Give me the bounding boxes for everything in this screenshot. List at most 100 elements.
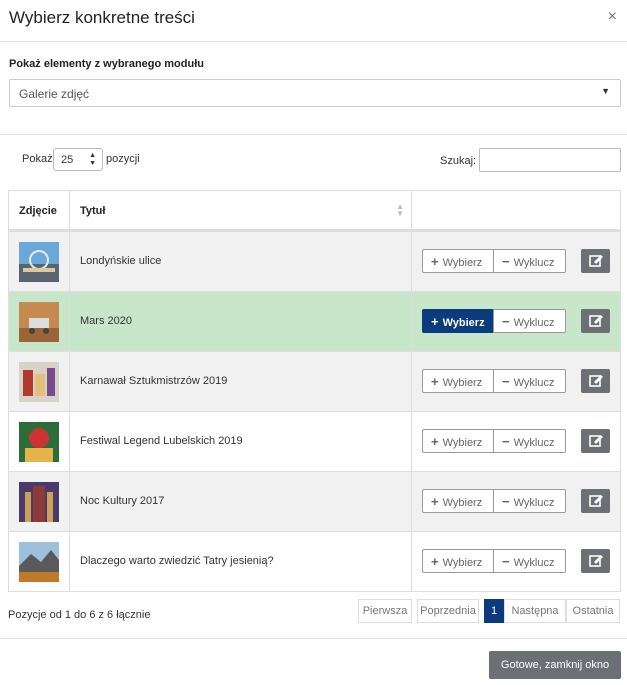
- page-size-select[interactable]: 25 ▲ ▼: [53, 148, 103, 171]
- edit-icon: [589, 255, 603, 267]
- actions-cell: + Wybierz − Wyklucz: [412, 472, 622, 531]
- exclude-label: Wyklucz: [513, 257, 555, 269]
- dialog-header: Wybierz konkretne treści ×: [0, 0, 627, 42]
- exclude-button[interactable]: − Wyklucz: [493, 369, 566, 393]
- title-cell: Karnawał Sztukmistrzów 2019: [70, 352, 412, 411]
- content-table: Zdjęcie Tytuł ▲ ▼ Londyńskie ulice + Wybier…: [8, 190, 621, 592]
- plus-icon: +: [431, 554, 439, 569]
- dialog-title: Wybierz konkretne treści: [9, 8, 195, 27]
- module-select[interactable]: Galerie zdjęć ▼: [9, 79, 621, 107]
- photo-cell: [9, 232, 70, 291]
- actions-cell: + Wybierz − Wyklucz: [412, 532, 622, 591]
- divider: [0, 638, 627, 639]
- edit-button[interactable]: [581, 249, 610, 273]
- photo-thumbnail: [19, 242, 59, 282]
- pagination-last[interactable]: Ostatnia: [566, 599, 620, 623]
- edit-icon: [589, 495, 603, 507]
- column-header-title-label: Tytuł: [80, 205, 106, 217]
- exclude-button[interactable]: − Wyklucz: [493, 429, 566, 453]
- divider: [0, 134, 627, 135]
- row-title: Londyńskie ulice: [80, 255, 162, 267]
- title-cell: Noc Kultury 2017: [70, 472, 412, 531]
- table-row: Mars 2020 + Wybierz − Wyklucz: [9, 291, 620, 351]
- exclude-label: Wyklucz: [513, 557, 555, 569]
- minus-icon: −: [502, 374, 510, 389]
- actions-cell: + Wybierz − Wyklucz: [412, 412, 622, 471]
- close-icon[interactable]: ×: [608, 8, 617, 26]
- exclude-button[interactable]: − Wyklucz: [493, 249, 566, 273]
- photo-thumbnail: [19, 542, 59, 582]
- edit-button[interactable]: [581, 429, 610, 453]
- table-row: Dlaczego warto zwiedzić Tatry jesienią? +…: [9, 531, 620, 591]
- pagination-next[interactable]: Następna: [504, 599, 566, 623]
- pagination-first[interactable]: Pierwsza: [358, 599, 412, 623]
- table-info: Pozycje od 1 do 6 z 6 łącznie: [8, 609, 151, 621]
- choose-label: Wybierz: [442, 377, 483, 389]
- title-cell: Mars 2020: [70, 292, 412, 351]
- column-header-title[interactable]: Tytuł ▲ ▼: [70, 191, 412, 229]
- exclude-label: Wyklucz: [513, 377, 555, 389]
- choose-button[interactable]: + Wybierz: [422, 369, 494, 393]
- photo-cell: [9, 352, 70, 411]
- title-cell: Londyńskie ulice: [70, 232, 412, 291]
- column-header-actions: [412, 191, 622, 229]
- table-row: Londyńskie ulice + Wybierz − Wyklucz: [9, 231, 620, 291]
- row-title: Noc Kultury 2017: [80, 495, 165, 507]
- pagination-previous[interactable]: Poprzednia: [417, 599, 479, 623]
- updown-arrows-icon: ▲ ▼: [89, 152, 96, 167]
- exclude-button[interactable]: − Wyklucz: [493, 489, 566, 513]
- edit-icon: [589, 435, 603, 447]
- choose-button[interactable]: + Wybierz: [422, 429, 494, 453]
- search-input[interactable]: [479, 148, 621, 172]
- plus-icon: +: [431, 254, 439, 269]
- table-header: Zdjęcie Tytuł ▲ ▼: [9, 191, 620, 231]
- pagination-page[interactable]: 1: [484, 599, 504, 623]
- edit-icon: [589, 375, 603, 387]
- row-title: Karnawał Sztukmistrzów 2019: [80, 375, 228, 387]
- choose-button[interactable]: + Wybierz: [422, 549, 494, 573]
- page-size-label: Pokaż: [22, 153, 53, 165]
- search-label: Szukaj:: [440, 155, 477, 167]
- minus-icon: −: [502, 314, 510, 329]
- table-row: Karnawał Sztukmistrzów 2019 + Wybierz − Wykl…: [9, 351, 620, 411]
- minus-icon: −: [502, 254, 510, 269]
- module-select-value: Galerie zdjęć: [19, 87, 90, 101]
- table-row: Festiwal Legend Lubelskich 2019 + Wybierz −…: [9, 411, 620, 471]
- choose-label: Wybierz: [442, 317, 485, 329]
- plus-icon: +: [431, 374, 439, 389]
- edit-button[interactable]: [581, 549, 610, 573]
- exclude-button[interactable]: − Wyklucz: [493, 549, 566, 573]
- edit-icon: [589, 555, 603, 567]
- choose-label: Wybierz: [442, 437, 483, 449]
- minus-icon: −: [502, 494, 510, 509]
- exclude-button[interactable]: − Wyklucz: [493, 309, 566, 333]
- choose-button[interactable]: + Wybierz: [422, 309, 494, 333]
- choose-button[interactable]: + Wybierz: [422, 489, 494, 513]
- sort-icon: ▲ ▼: [396, 202, 404, 218]
- choose-label: Wybierz: [442, 257, 483, 269]
- edit-icon: [589, 315, 603, 327]
- done-close-button[interactable]: Gotowe, zamknij okno: [489, 651, 621, 679]
- edit-button[interactable]: [581, 369, 610, 393]
- title-cell: Dlaczego warto zwiedzić Tatry jesienią?: [70, 532, 412, 591]
- page-size-value: 25: [61, 154, 74, 166]
- photo-cell: [9, 412, 70, 471]
- photo-cell: [9, 292, 70, 351]
- edit-button[interactable]: [581, 489, 610, 513]
- plus-icon: +: [431, 314, 439, 329]
- photo-thumbnail: [19, 482, 59, 522]
- actions-cell: + Wybierz − Wyklucz: [412, 292, 622, 351]
- column-header-photo[interactable]: Zdjęcie: [9, 191, 70, 229]
- photo-thumbnail: [19, 302, 59, 342]
- photo-thumbnail: [19, 422, 59, 462]
- edit-button[interactable]: [581, 309, 610, 333]
- row-title: Mars 2020: [80, 315, 132, 327]
- title-cell: Festiwal Legend Lubelskich 2019: [70, 412, 412, 471]
- caret-down-icon: ▼: [601, 86, 610, 96]
- photo-cell: [9, 472, 70, 531]
- module-select-label: Pokaż elementy z wybranego modułu: [9, 58, 204, 70]
- choose-label: Wybierz: [442, 557, 483, 569]
- photo-cell: [9, 532, 70, 591]
- choose-button[interactable]: + Wybierz: [422, 249, 494, 273]
- choose-label: Wybierz: [442, 497, 483, 509]
